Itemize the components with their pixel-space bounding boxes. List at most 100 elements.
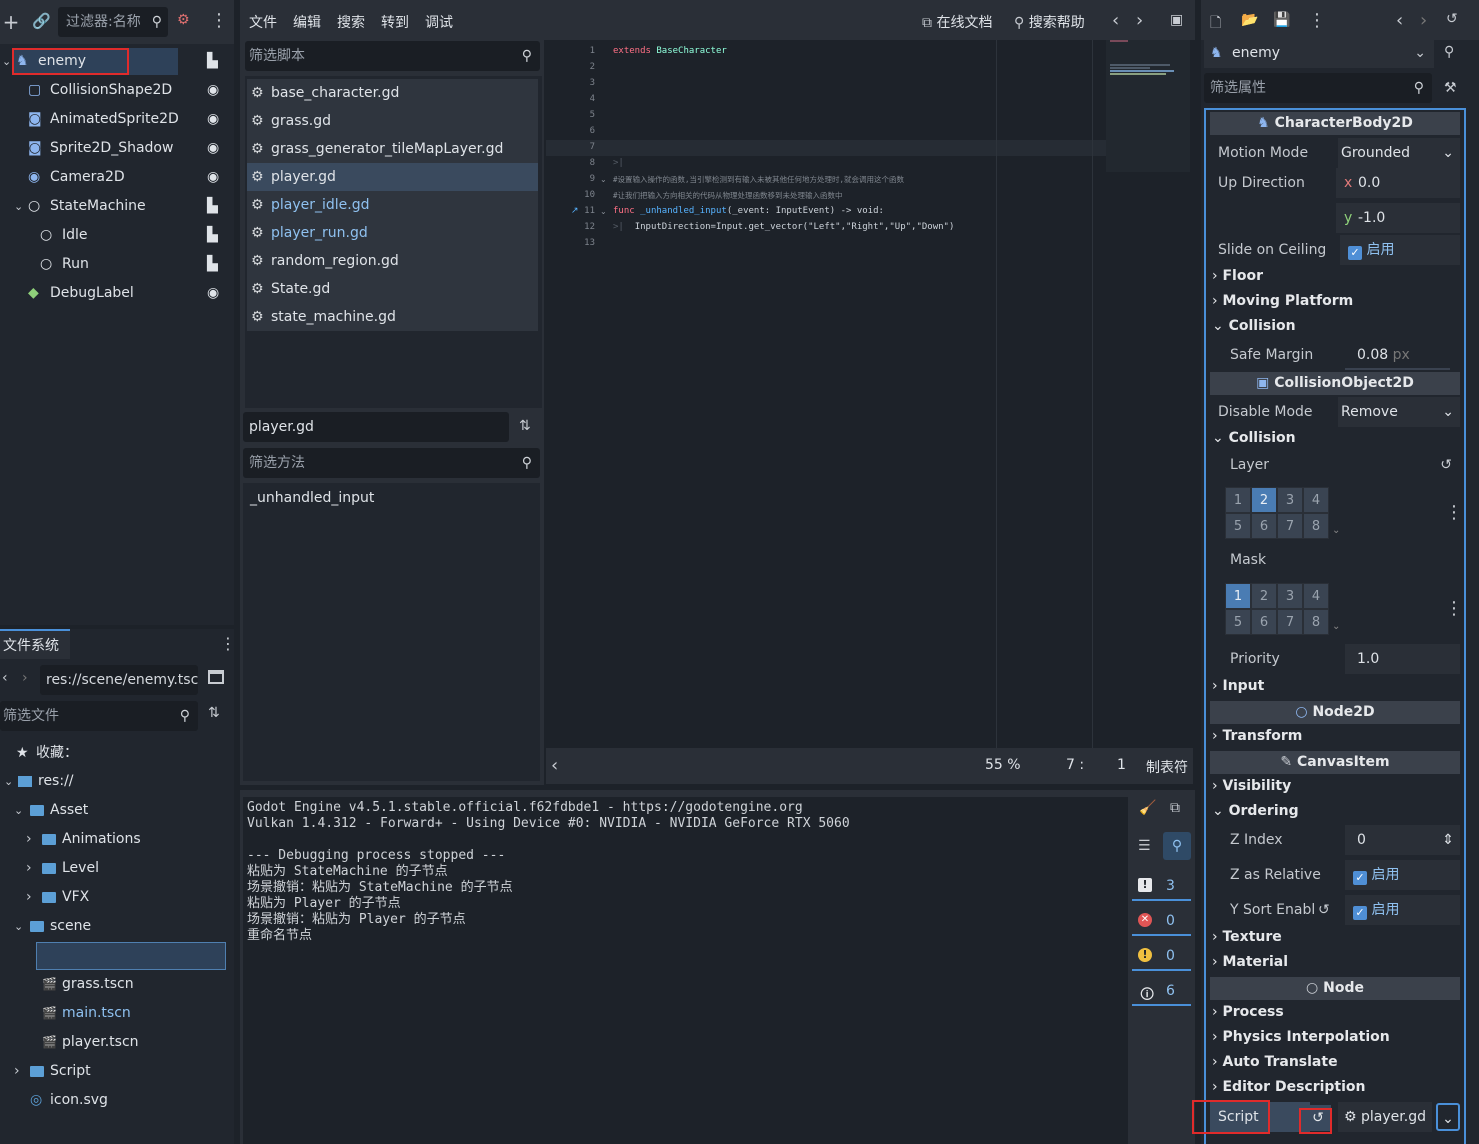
tree-node-idle[interactable]: ○ Idle ▙: [0, 221, 234, 250]
chevron-down-icon[interactable]: ⌄: [4, 767, 13, 796]
indent-mode[interactable]: 制表符: [1146, 757, 1188, 777]
script-dropdown-button[interactable]: ⌄: [1436, 1103, 1460, 1131]
script-item[interactable]: ⚙ base_character.gd: [247, 79, 538, 107]
tree-node-sprite2d_shadow[interactable]: ◙ Sprite2D_Shadow ◉: [0, 134, 234, 163]
fs-item-asset[interactable]: ⌄ Asset: [0, 796, 230, 825]
tree-node-camera2d[interactable]: ◉ Camera2D ◉: [0, 163, 234, 192]
node-selector[interactable]: ♞ enemy ⌄: [1204, 38, 1434, 68]
mask-bit-1[interactable]: 1: [1225, 583, 1251, 609]
up-y-field[interactable]: y -1.0: [1336, 203, 1460, 233]
section-transform[interactable]: › Transform: [1212, 724, 1302, 749]
layer-bit-5[interactable]: 5: [1225, 513, 1251, 539]
fs-item-vfx[interactable]: › VFX: [0, 883, 230, 912]
script-resource-picker[interactable]: ⚙ player.gd: [1338, 1102, 1432, 1132]
section-editor-description[interactable]: › Editor Description: [1212, 1075, 1366, 1100]
revert-icon[interactable]: ↺: [1440, 450, 1452, 480]
menu-2[interactable]: 搜索: [337, 12, 365, 32]
method-filter-input[interactable]: 筛选方法 ⚲: [243, 448, 540, 478]
script-icon[interactable]: ▙: [207, 47, 218, 76]
menu-0[interactable]: 文件: [249, 12, 277, 32]
script-item[interactable]: ⚙ player_run.gd: [247, 219, 538, 247]
fs-item-grasstscn[interactable]: 🎬 grass.tscn: [0, 970, 230, 999]
script-item[interactable]: ⚙ grass.gd: [247, 107, 538, 135]
z-relative-checkbox[interactable]: ✓ 启用: [1345, 860, 1460, 890]
section-material[interactable]: › Material: [1212, 950, 1288, 975]
float-window-icon[interactable]: ▣: [1170, 12, 1183, 28]
layer-bit-2[interactable]: 2: [1251, 487, 1277, 513]
section-collision-layers[interactable]: ⌄ Collision: [1212, 426, 1296, 451]
tree-node-debuglabel[interactable]: ◆ DebugLabel ◉: [0, 279, 234, 308]
disable-mode-dropdown[interactable]: Remove ⌄: [1338, 397, 1460, 427]
section-floor[interactable]: › Floor: [1212, 264, 1263, 289]
mask-bit-7[interactable]: 7: [1277, 609, 1303, 635]
node-docs-icon[interactable]: ⚲: [1444, 44, 1454, 60]
section-physics-interpolation[interactable]: › Physics Interpolation: [1212, 1025, 1390, 1050]
menu-dots-icon[interactable]: ⋮: [210, 10, 228, 31]
sort-icon[interactable]: ⇅: [208, 705, 220, 721]
search-toggle[interactable]: ⚲: [1163, 832, 1191, 860]
layer-bit-4[interactable]: 4: [1303, 487, 1329, 513]
back-icon[interactable]: ‹: [2, 670, 8, 686]
eye-icon[interactable]: ◉: [207, 105, 219, 134]
tree-node-run[interactable]: ○ Run ▙: [0, 250, 234, 279]
script-filter-input[interactable]: 筛选脚本 ⚲: [245, 41, 540, 71]
fs-item-res[interactable]: ⌄ res://: [0, 767, 230, 796]
info-count[interactable]: 🛈 6: [1132, 976, 1191, 1006]
collapse-icon[interactable]: ☰: [1138, 838, 1151, 854]
tools-icon[interactable]: ⚒: [1444, 80, 1457, 96]
expand-icon[interactable]: ⌄: [1332, 621, 1340, 632]
revert-icon[interactable]: ↺: [1318, 895, 1330, 925]
message-count[interactable]: ! 3: [1132, 871, 1191, 901]
eye-icon[interactable]: ◉: [207, 134, 219, 163]
script-item[interactable]: ⚙ grass_generator_tileMapLayer.gd: [247, 135, 538, 163]
prev-script-icon[interactable]: ‹: [1112, 10, 1119, 31]
minimap[interactable]: [1106, 40, 1190, 172]
method-item[interactable]: _unhandled_input: [250, 490, 374, 506]
mask-menu-icon[interactable]: ⋮: [1445, 598, 1463, 619]
fs-item-script[interactable]: › Script: [0, 1057, 230, 1086]
clear-output-icon[interactable]: 🧹: [1139, 800, 1156, 816]
online-docs-button[interactable]: ⧉ 在线文档: [922, 12, 992, 32]
fs-item-animations[interactable]: › Animations: [0, 825, 230, 854]
script-filter-icon[interactable]: ⚙: [177, 12, 190, 28]
mask-bit-3[interactable]: 3: [1277, 583, 1303, 609]
warning-count[interactable]: ! 0: [1132, 941, 1191, 971]
chevron-down-icon[interactable]: ⌄: [14, 796, 23, 825]
layer-bit-8[interactable]: 8: [1303, 513, 1329, 539]
mask-bit-4[interactable]: 4: [1303, 583, 1329, 609]
menu-3[interactable]: 转到: [381, 12, 409, 32]
link-icon[interactable]: 🔗: [32, 12, 51, 30]
safe-margin-field[interactable]: 0.08 px: [1345, 340, 1450, 370]
script-icon[interactable]: ▙: [207, 250, 218, 279]
eye-icon[interactable]: ◉: [207, 163, 219, 192]
tree-node-animatedsprite2d[interactable]: ◙ AnimatedSprite2D ◉: [0, 105, 234, 134]
eye-icon[interactable]: ◉: [207, 279, 219, 308]
section-ordering[interactable]: ⌄ Ordering: [1212, 799, 1299, 824]
eye-icon[interactable]: ◉: [207, 76, 219, 105]
section-process[interactable]: › Process: [1212, 1000, 1284, 1025]
layer-bit-1[interactable]: 1: [1225, 487, 1251, 513]
section-visibility[interactable]: › Visibility: [1212, 774, 1291, 799]
error-count[interactable]: ✕ 0: [1132, 906, 1191, 936]
mask-bit-8[interactable]: 8: [1303, 609, 1329, 635]
chevron-down-icon[interactable]: ⌄: [2, 47, 11, 76]
more-icon[interactable]: ⋮: [1308, 10, 1326, 31]
history-icon[interactable]: ↺: [1446, 11, 1458, 27]
section-moving-platform[interactable]: › Moving Platform: [1212, 289, 1353, 314]
y-sort-checkbox[interactable]: ✓ 启用: [1345, 895, 1460, 925]
priority-field[interactable]: 1.0: [1345, 644, 1460, 674]
script-icon[interactable]: ▙: [207, 221, 218, 250]
fs-item-playertscn[interactable]: 🎬 player.tscn: [0, 1028, 230, 1057]
menu-4[interactable]: 调试: [425, 12, 453, 32]
sort-methods-icon[interactable]: ⇅: [519, 418, 531, 434]
script-item[interactable]: ⚙ player_idle.gd: [247, 191, 538, 219]
script-item[interactable]: ⚙ player.gd: [247, 163, 538, 191]
add-node-icon[interactable]: +: [2, 10, 20, 34]
section-input[interactable]: › Input: [1212, 674, 1264, 699]
chevron-down-icon[interactable]: ⌄: [14, 192, 23, 221]
scene-filter-input[interactable]: 过滤器:名称 ⚲: [58, 7, 168, 37]
layout-toggle-icon[interactable]: [208, 670, 224, 684]
chevron-right-icon[interactable]: ›: [26, 883, 32, 912]
tree-node-statemachine[interactable]: ⌄ ○ StateMachine ▙: [0, 192, 234, 221]
path-field[interactable]: res://scene/enemy.tscn: [40, 665, 198, 695]
